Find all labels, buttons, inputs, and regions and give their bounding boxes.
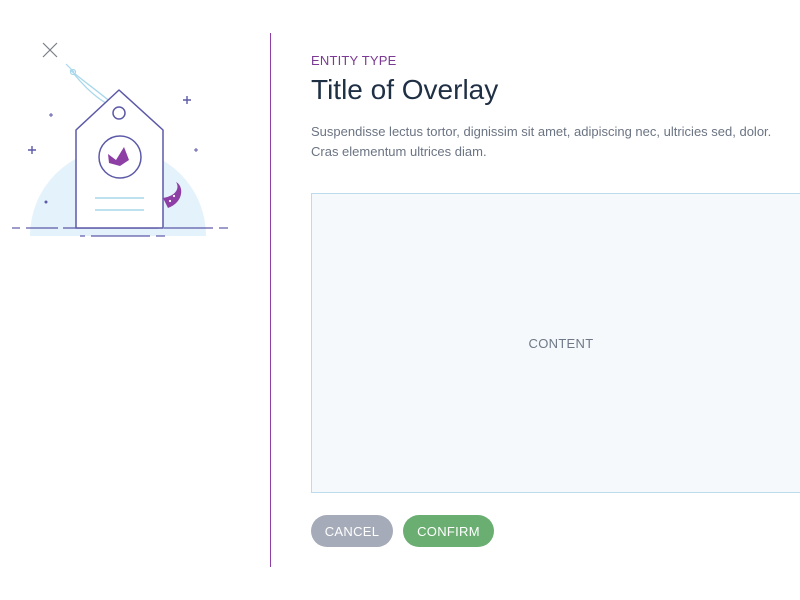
vertical-divider (270, 33, 271, 567)
price-tag-illustration (8, 56, 232, 246)
entity-type-label: ENTITY TYPE (311, 53, 397, 68)
confirm-button[interactable]: CONFIRM (403, 515, 494, 547)
content-area: CONTENT (311, 193, 800, 493)
overlay-description: Suspendisse lectus tortor, dignissim sit… (311, 124, 772, 159)
cancel-button[interactable]: CANCEL (311, 515, 393, 547)
overlay-title: Title of Overlay (311, 74, 499, 105)
overlay-page: ENTITY TYPE Title of Overlay Suspendisse… (0, 0, 800, 600)
content-placeholder: CONTENT (528, 335, 594, 351)
